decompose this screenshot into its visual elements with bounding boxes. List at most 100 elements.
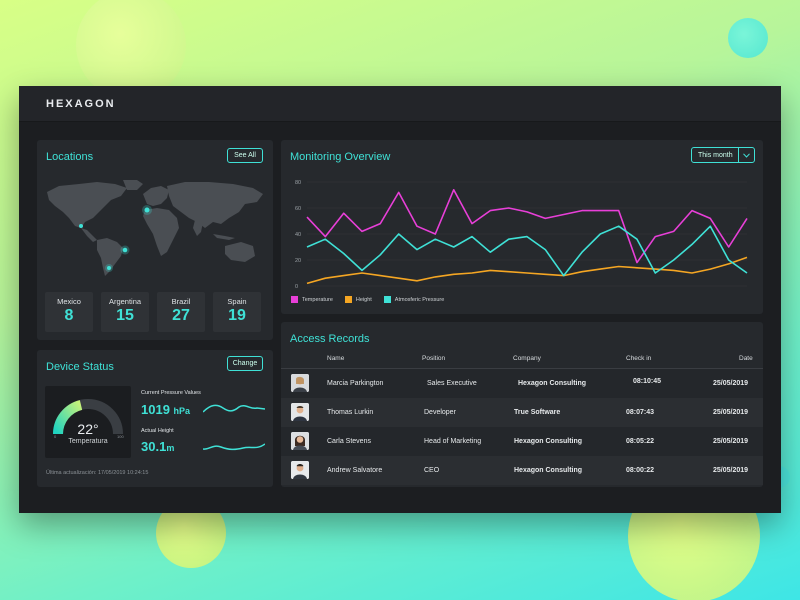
height-value: 30.1m bbox=[141, 439, 174, 454]
stat-value: 8 bbox=[64, 307, 74, 324]
decor-bubble bbox=[728, 18, 768, 58]
stat-argentina[interactable]: Argentina 15 bbox=[101, 292, 149, 332]
y-tick-label: 80 bbox=[295, 180, 301, 186]
height-unit: m bbox=[166, 443, 175, 453]
gauge-value: 22° bbox=[77, 421, 99, 437]
map-indonesia bbox=[213, 234, 235, 240]
map-north-america bbox=[47, 182, 127, 228]
cell-company: Hexagon Consulting bbox=[518, 380, 587, 387]
cell-checkin: 08:05:22 bbox=[626, 438, 655, 445]
col-header-name[interactable]: Name bbox=[327, 355, 344, 362]
legend-label: Temperature bbox=[302, 296, 333, 303]
monitoring-title: Monitoring Overview bbox=[290, 151, 391, 163]
cell-checkin: 08:00:22 bbox=[626, 467, 655, 474]
col-header-position[interactable]: Position bbox=[422, 355, 445, 362]
map-marker-brazil bbox=[122, 247, 128, 253]
table-row[interactable]: Carla Stevens Head of Marketing Hexagon … bbox=[281, 427, 763, 456]
cell-position: Developer bbox=[424, 409, 456, 416]
cell-date: 25/05/2019 bbox=[713, 380, 749, 387]
stat-value: 19 bbox=[228, 307, 246, 324]
y-tick-label: 60 bbox=[295, 206, 301, 212]
stat-label: Spain bbox=[227, 297, 247, 306]
legend-swatch bbox=[344, 296, 352, 303]
period-select-value: This month bbox=[698, 151, 733, 159]
cell-name: Marcia Parkington bbox=[327, 380, 384, 387]
cell-checkin: 08:10:45 bbox=[633, 378, 662, 385]
map-marker-argentina bbox=[107, 266, 111, 270]
y-tick-label: 40 bbox=[295, 232, 301, 238]
col-header-company[interactable]: Company bbox=[513, 355, 541, 362]
legend-label: Atmosferic Pressure bbox=[394, 296, 445, 303]
series-line-atmosferic-pressure[interactable] bbox=[306, 225, 748, 277]
map-australia bbox=[225, 242, 255, 262]
chevron-down-icon[interactable] bbox=[738, 148, 754, 162]
gauge-label: Temperatura bbox=[68, 438, 108, 445]
pressure-number: 1019 bbox=[141, 402, 170, 417]
pressure-label: Current Pressure Values bbox=[141, 390, 201, 396]
map-marker-mexico bbox=[79, 224, 83, 228]
map-india bbox=[193, 220, 203, 236]
cell-position: Head of Marketing bbox=[424, 438, 482, 445]
stat-label: Argentina bbox=[108, 297, 142, 306]
cell-checkin: 08:07:43 bbox=[626, 409, 655, 416]
legend-item[interactable]: Temperature bbox=[291, 296, 333, 303]
see-all-button[interactable]: See All bbox=[227, 148, 263, 163]
stat-brazil[interactable]: Brazil 27 bbox=[157, 292, 205, 332]
table-row[interactable]: Marcia Parkington Sales Executive Hexago… bbox=[281, 369, 763, 398]
monitoring-card: Monitoring Overview This month 0 20 40 60 80… bbox=[281, 140, 763, 314]
period-select[interactable]: This month bbox=[691, 147, 755, 163]
stat-label: Mexico bbox=[57, 297, 81, 306]
legend-swatch bbox=[291, 296, 298, 303]
table-row[interactable]: Andrew Salvatore CEO Hexagon Consulting … bbox=[281, 456, 763, 485]
cell-date: 25/05/2019 bbox=[713, 409, 749, 416]
stat-value: 15 bbox=[116, 307, 134, 324]
avatar bbox=[291, 374, 309, 392]
cell-company: True Software bbox=[514, 409, 561, 416]
map-marker-spain bbox=[144, 207, 150, 213]
cell-position: CEO bbox=[424, 467, 440, 474]
last-updated: Última actualización: 17/05/2019 10:24:1… bbox=[46, 470, 149, 476]
avatar bbox=[291, 432, 309, 450]
cell-name: Thomas Lurkin bbox=[327, 409, 374, 416]
records-table: Marcia Parkington Sales Executive Hexago… bbox=[281, 369, 763, 487]
stat-spain[interactable]: Spain 19 bbox=[213, 292, 261, 332]
cell-company: Hexagon Consulting bbox=[514, 438, 583, 445]
locations-card: Locations See All Mexico 8 Argentina 15 … bbox=[37, 140, 273, 340]
y-tick-label: 0 bbox=[295, 284, 298, 290]
legend-item[interactable]: Atmosferic Pressure bbox=[383, 296, 445, 303]
legend-swatch bbox=[383, 296, 391, 303]
pressure-value: 1019 hPa bbox=[141, 402, 190, 417]
table-row[interactable]: Thomas Lurkin Developer True Software 08… bbox=[281, 398, 763, 427]
avatar bbox=[291, 403, 309, 421]
series-line-temperature[interactable] bbox=[306, 189, 748, 264]
stat-label: Brazil bbox=[171, 297, 191, 306]
access-records-title: Access Records bbox=[290, 333, 370, 345]
map-asia bbox=[167, 182, 263, 228]
pressure-unit: hPa bbox=[173, 406, 191, 416]
col-header-date[interactable]: Date bbox=[739, 355, 753, 362]
stat-mexico[interactable]: Mexico 8 bbox=[45, 292, 93, 332]
height-number: 30.1 bbox=[141, 439, 167, 454]
change-button[interactable]: Change bbox=[227, 356, 263, 371]
y-tick-label: 20 bbox=[295, 258, 301, 264]
monitoring-chart[interactable]: 0 20 40 60 80 bbox=[285, 176, 757, 296]
cell-name: Carla Stevens bbox=[327, 438, 371, 445]
pressure-sparkline bbox=[203, 404, 265, 413]
height-sparkline bbox=[203, 443, 265, 451]
world-map[interactable] bbox=[45, 178, 267, 276]
avatar bbox=[291, 461, 309, 479]
col-header-checkin[interactable]: Check in bbox=[626, 355, 651, 362]
access-records-card: Access Records Name Position Company Che… bbox=[281, 322, 763, 487]
brand-logo[interactable]: HEXAGON bbox=[46, 98, 116, 110]
chart-legend: Temperature Height Atmosferic Pressure bbox=[291, 296, 444, 303]
map-africa bbox=[143, 208, 179, 256]
cell-position: Sales Executive bbox=[427, 380, 477, 387]
map-central-america bbox=[81, 228, 97, 242]
legend-item[interactable]: Height bbox=[344, 296, 372, 303]
cell-date: 25/05/2019 bbox=[713, 438, 749, 445]
stat-value: 27 bbox=[172, 307, 190, 324]
height-label: Actual Height bbox=[141, 428, 174, 434]
temperature-gauge: 0 100 22° Temperatura bbox=[45, 386, 131, 458]
device-status-title: Device Status bbox=[46, 361, 114, 373]
device-status-card: Device Status Change 0 100 22° Temperatu… bbox=[37, 350, 273, 487]
